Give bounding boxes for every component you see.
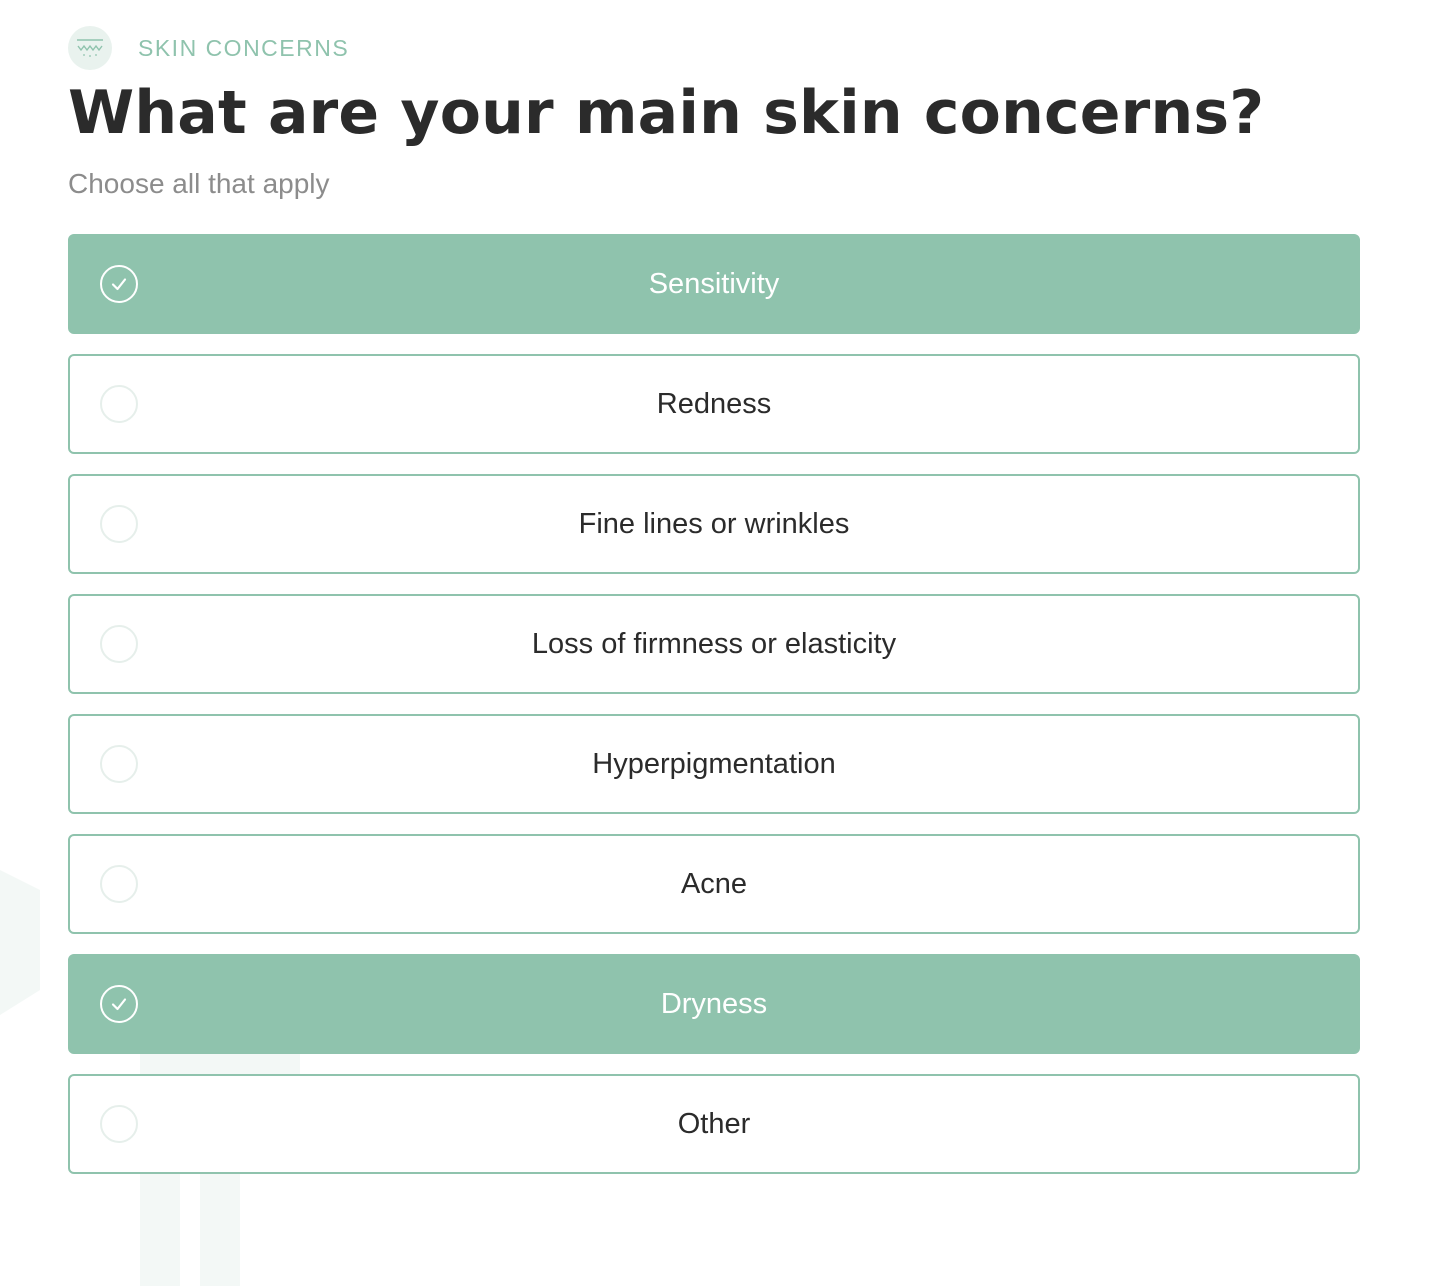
option-acne[interactable]: Acne [68,834,1360,934]
page: SKIN CONCERNS What are your main skin co… [0,0,1452,1286]
option-sensitivity[interactable]: Sensitivity [68,234,1360,334]
option-other[interactable]: Other [68,1074,1360,1174]
checkmark-icon [100,985,138,1023]
option-label: Fine lines or wrinkles [578,507,850,540]
options-list: Sensitivity Redness Fine lines or wrinkl… [68,234,1360,1194]
option-hyperpigmentation[interactable]: Hyperpigmentation [68,714,1360,814]
option-label: Other [677,1107,751,1140]
option-firmness[interactable]: Loss of firmness or elasticity [68,594,1360,694]
page-title: What are your main skin concerns? [68,78,1265,148]
section-header: SKIN CONCERNS [68,26,349,70]
option-label: Redness [656,387,772,420]
option-label: Acne [680,867,748,900]
skin-waves-icon [68,26,112,70]
section-label: SKIN CONCERNS [138,34,350,61]
option-label: Sensitivity [648,267,780,300]
checkmark-icon [100,265,138,303]
option-label: Dryness [660,987,768,1020]
checkbox-circle-icon [100,625,138,663]
option-label: Hyperpigmentation [592,747,836,780]
option-dryness[interactable]: Dryness [68,954,1360,1054]
checkbox-circle-icon [100,1105,138,1143]
checkbox-circle-icon [100,745,138,783]
checkbox-circle-icon [100,385,138,423]
option-label: Loss of firmness or elasticity [531,627,897,660]
page-subtitle: Choose all that apply [68,168,330,199]
checkbox-circle-icon [100,865,138,903]
checkbox-circle-icon [100,505,138,543]
option-fine-lines[interactable]: Fine lines or wrinkles [68,474,1360,574]
option-redness[interactable]: Redness [68,354,1360,454]
